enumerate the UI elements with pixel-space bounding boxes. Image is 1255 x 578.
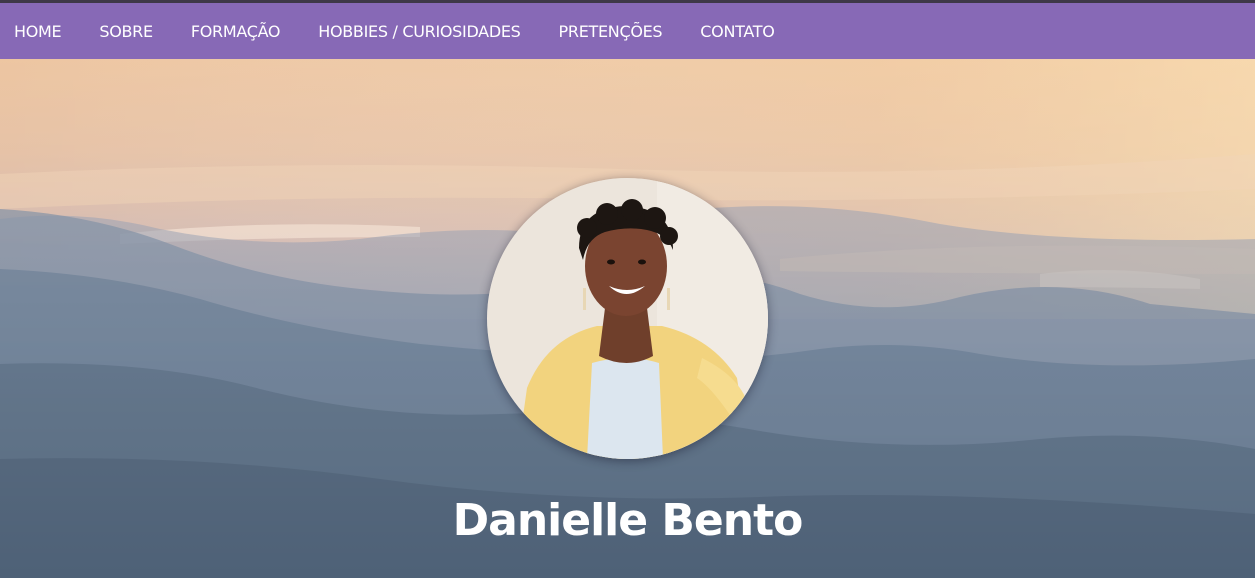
profile-name-heading: Danielle Bento [452,495,804,546]
nav-link-contato[interactable]: CONTATO [700,22,775,41]
nav-link-home[interactable]: HOME [14,22,62,41]
main-navbar: HOME SOBRE FORMAÇÃO HOBBIES / CURIOSIDAD… [0,3,1255,59]
hero-section: Danielle Bento [0,59,1255,578]
profile-avatar [487,178,768,459]
nav-link-formacao[interactable]: FORMAÇÃO [191,22,281,41]
nav-link-sobre[interactable]: SOBRE [99,22,153,41]
nav-link-hobbies[interactable]: HOBBIES / CURIOSIDADES [318,22,521,41]
nav-link-pretencoes[interactable]: PRETENÇÕES [559,22,663,41]
profile-photo [487,178,768,459]
